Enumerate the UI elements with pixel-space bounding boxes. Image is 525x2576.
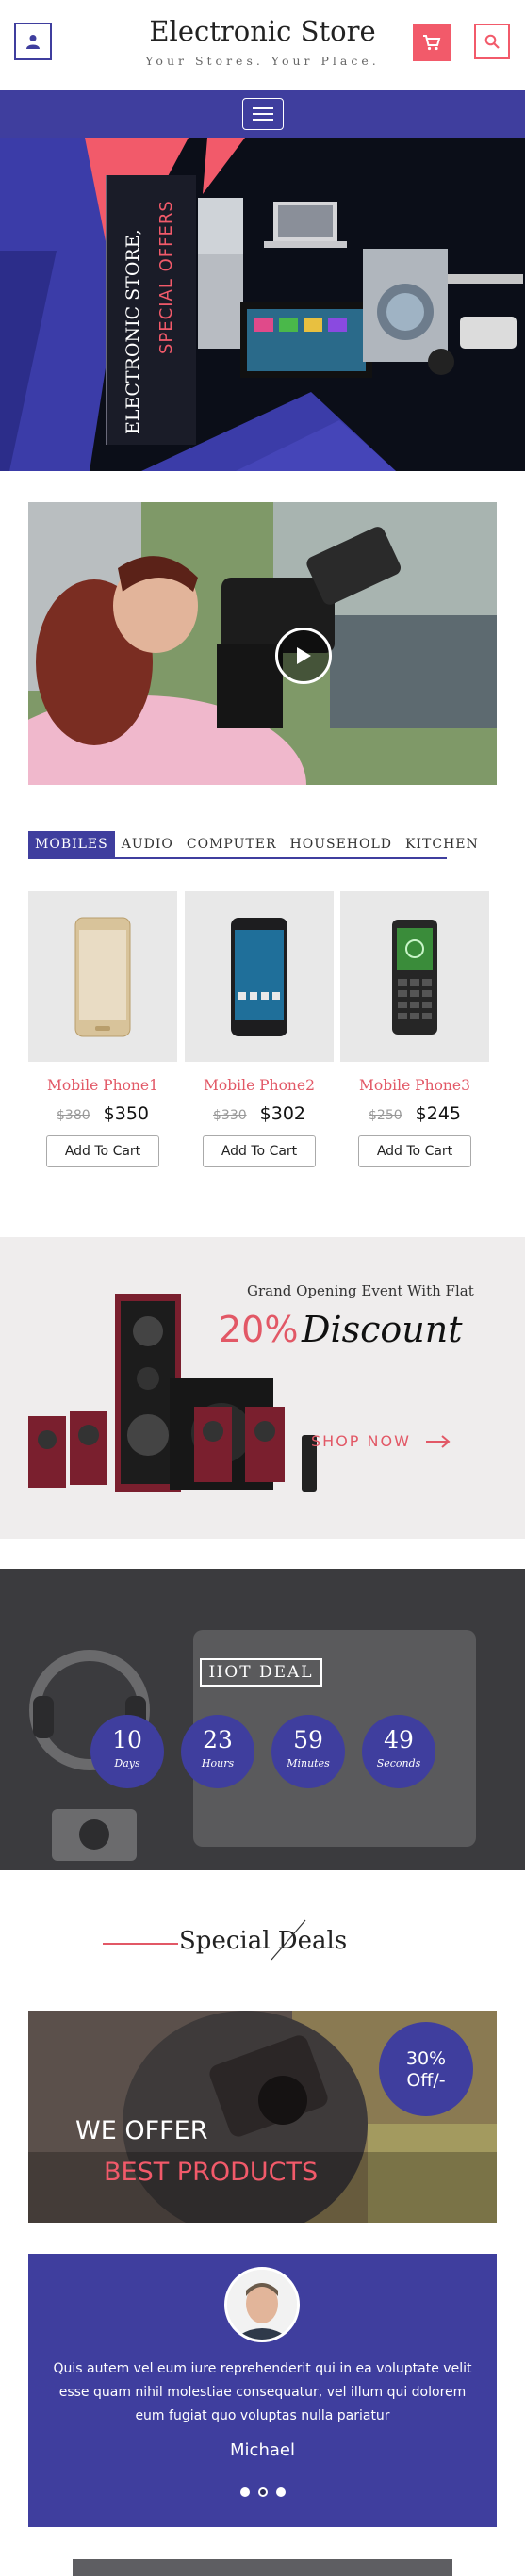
site-header: Electronic Store Your Stores. Your Place… <box>0 0 525 90</box>
phone-image <box>231 917 287 1036</box>
product-image[interactable] <box>28 891 177 1062</box>
promo-video[interactable] <box>28 502 497 785</box>
product-name[interactable]: Mobile Phone1 <box>28 1077 177 1094</box>
countdown-hours: 23 Hours <box>181 1715 254 1788</box>
play-icon <box>297 647 311 664</box>
offer-line-2: BEST PRODUCTS <box>104 2158 319 2187</box>
hero-title: ELECTRONIC STORE, <box>123 229 143 434</box>
promo-kicker: Grand Opening Event With Flat <box>247 1282 474 1299</box>
phone-image <box>392 919 437 1035</box>
cart-icon <box>423 35 441 51</box>
discount-banner: Grand Opening Event With Flat 20% Discou… <box>0 1237 525 1539</box>
product-name[interactable]: Mobile Phone2 <box>185 1077 334 1094</box>
product-card: Mobile Phone1 $380 $350 Add To Cart <box>28 891 177 1167</box>
product-image[interactable] <box>340 891 489 1062</box>
countdown-value: 23 <box>203 1726 233 1753</box>
special-offer-banner[interactable]: 30% Off/- WE OFFER BEST PRODUCTS <box>28 2011 497 2223</box>
product-card: Mobile Phone3 $250 $245 Add To Cart <box>340 891 489 1167</box>
hero-background <box>0 138 523 471</box>
category-tabs: MOBILES AUDIO COMPUTER HOUSEHOLD KITCHEN <box>28 831 478 859</box>
discount-word: Discount <box>302 1309 463 1350</box>
search-button[interactable] <box>474 24 510 59</box>
section-divider <box>103 1943 178 1945</box>
tab-kitchen[interactable]: KITCHEN <box>399 831 485 857</box>
offer-line-1: WE OFFER <box>75 2116 208 2145</box>
search-icon <box>484 34 500 49</box>
product-name[interactable]: Mobile Phone3 <box>340 1077 489 1094</box>
tab-mobiles[interactable]: MOBILES <box>28 831 115 857</box>
countdown-value: 49 <box>384 1726 414 1753</box>
old-price: $330 <box>213 1108 247 1123</box>
shop-now-link[interactable]: SHOP NOW <box>311 1432 451 1450</box>
cart-button[interactable] <box>413 24 451 61</box>
old-price: $250 <box>369 1108 402 1123</box>
tab-computer[interactable]: COMPUTER <box>180 831 284 857</box>
old-price: $380 <box>57 1108 90 1123</box>
add-to-cart-button[interactable]: Add To Cart <box>358 1135 471 1167</box>
countdown-unit: Days <box>114 1757 140 1769</box>
countdown-unit: Seconds <box>376 1757 421 1769</box>
shop-now-label: SHOP NOW <box>311 1432 411 1450</box>
hamburger-menu-icon[interactable] <box>242 98 284 130</box>
discount-badge: 30% Off/- <box>379 2022 473 2116</box>
tab-household[interactable]: HOUSEHOLD <box>284 831 400 857</box>
carousel-dots <box>28 2487 497 2497</box>
hero-subtitle: SPECIAL OFFERS <box>156 200 176 354</box>
footer-banner-partial <box>73 2559 452 2576</box>
hero-banner[interactable]: ELECTRONIC STORE, SPECIAL OFFERS <box>0 138 525 471</box>
arrow-right-icon <box>425 1434 451 1448</box>
add-to-cart-button[interactable]: Add To Cart <box>46 1135 159 1167</box>
countdown-minutes: 59 Minutes <box>271 1715 345 1788</box>
countdown-days: 10 Days <box>90 1715 164 1788</box>
countdown-unit: Hours <box>201 1757 235 1769</box>
price: $245 <box>415 1103 461 1124</box>
special-deals-title: Special Deals <box>179 1927 348 1955</box>
badge-percent: 30% <box>405 2048 447 2069</box>
countdown-value: 59 <box>293 1726 323 1753</box>
phone-image <box>74 917 131 1036</box>
badge-off: Off/- <box>406 2070 446 2091</box>
carousel-dot[interactable] <box>275 2487 286 2497</box>
testimonial-quote: Quis autem vel eum iure reprehenderit qu… <box>53 2361 472 2423</box>
price: $302 <box>259 1103 305 1124</box>
testimonial-section: Quis autem vel eum iure reprehenderit qu… <box>28 2254 497 2527</box>
hot-deal-label: HOT DEAL <box>200 1658 322 1687</box>
product-card: Mobile Phone2 $330 $302 Add To Cart <box>185 891 334 1167</box>
add-to-cart-button[interactable]: Add To Cart <box>203 1135 316 1167</box>
hot-deal-section: HOT DEAL 10 Days 23 Hours 59 Minutes 49 … <box>0 1569 525 1870</box>
video-thumbnail <box>28 502 497 785</box>
title-slash-decoration <box>271 1919 306 1961</box>
countdown-value: 10 <box>112 1726 142 1753</box>
avatar <box>224 2267 300 2342</box>
price: $350 <box>103 1103 149 1124</box>
play-button[interactable] <box>275 628 332 684</box>
carousel-dot[interactable] <box>239 2487 250 2497</box>
testimonial-author: Michael <box>230 2440 295 2460</box>
hero-text-box <box>106 175 196 445</box>
carousel-dot-active[interactable] <box>257 2487 268 2497</box>
tab-audio[interactable]: AUDIO <box>115 831 180 857</box>
hot-deal-background <box>0 1569 525 1870</box>
countdown-unit: Minutes <box>287 1757 330 1769</box>
countdown-seconds: 49 Seconds <box>362 1715 435 1788</box>
avatar-photo <box>227 2270 297 2340</box>
discount-percent: 20% <box>219 1309 299 1350</box>
product-image[interactable] <box>185 891 334 1062</box>
